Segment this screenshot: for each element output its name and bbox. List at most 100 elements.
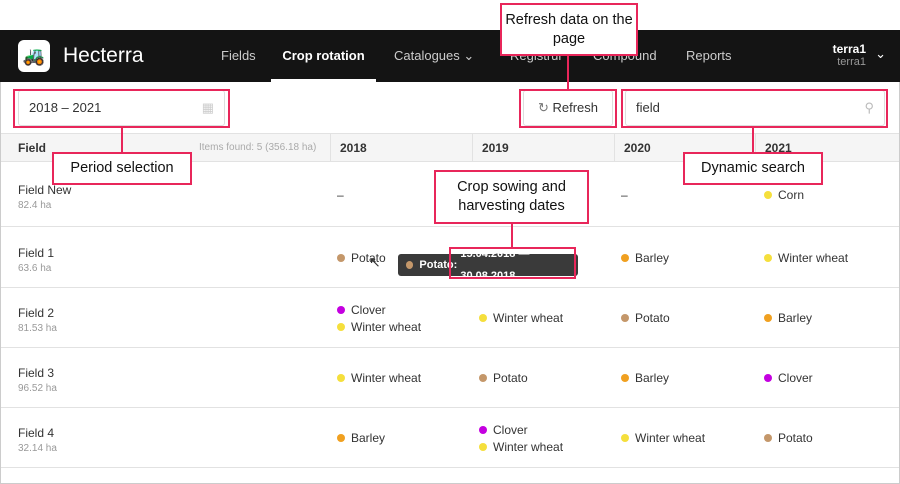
crop-name: Barley (635, 250, 670, 265)
crop-item: Barley (621, 249, 669, 266)
crop-color-dot (337, 305, 345, 314)
table-row[interactable]: Field 3 96.52 ha Winter wheat Potato Barley C… (1, 348, 899, 408)
chevron-down-icon: ⌄ (463, 48, 475, 63)
connector (752, 128, 754, 152)
cursor-icon: ↖ (369, 254, 381, 270)
crop-color-dot (621, 253, 629, 262)
highlight-period (13, 89, 230, 128)
callout-dates: Crop sowing and harvesting dates (434, 170, 589, 224)
crop-name: Corn (778, 187, 805, 202)
field-name[interactable]: Field 3 (18, 366, 54, 380)
crop-color-dot (479, 442, 487, 451)
table-row[interactable]: Field 4 32.14 ha Barley Clover Winter wheat W… (1, 408, 899, 468)
crop-cell[interactable]: – (621, 186, 628, 203)
highlight-refresh (519, 89, 617, 128)
crop-color-dot (764, 374, 772, 382)
callout-search: Dynamic search (683, 152, 823, 185)
crop-name: Potato (778, 431, 813, 445)
crop-name: Winter wheat (351, 371, 422, 385)
callout-refresh: Refresh data on the page (500, 3, 638, 56)
crop-cell[interactable]: – (337, 186, 344, 203)
field-name[interactable]: Field 1 (18, 246, 54, 260)
crop-name: Potato (635, 311, 670, 325)
nav-fields[interactable]: Fields (221, 30, 256, 82)
crop-color-dot (337, 253, 345, 262)
highlight-dates (449, 247, 576, 279)
crop-item: – (337, 186, 344, 203)
crop-cell[interactable]: Barley (764, 310, 812, 327)
crop-cell[interactable]: Clover Winter wheat (479, 421, 563, 455)
crop-color-dot (479, 374, 487, 382)
crop-color-dot (479, 314, 487, 322)
crop-cell[interactable]: Winter wheat (621, 430, 705, 447)
crop-cell[interactable]: Barley (621, 249, 669, 266)
connector (511, 223, 513, 247)
crop-item: Winter wheat (337, 318, 421, 335)
crop-cell[interactable]: Clover (764, 370, 813, 387)
crop-color-dot (764, 434, 772, 442)
items-found: Items found: 5 (356.18 ha) (199, 142, 317, 153)
crop-item: Winter wheat (479, 438, 563, 455)
user-menu[interactable]: terra1 terra1 (833, 42, 866, 68)
crop-name: Winter wheat (493, 311, 564, 325)
crop-item: Potato (764, 430, 813, 447)
crop-item: Winter wheat (764, 249, 848, 266)
crop-name: Winter wheat (351, 319, 422, 334)
top-nav: 🚜 Hecterra Fields Crop rotation Catalogu… (0, 30, 900, 82)
crop-item: Barley (621, 370, 669, 387)
col-field[interactable]: Field (1, 134, 46, 162)
crop-item: Barley (337, 430, 385, 447)
field-area: 82.4 ha (18, 199, 52, 211)
crop-cell[interactable]: Clover Winter wheat (337, 301, 421, 335)
col-2019[interactable]: 2019 (472, 134, 614, 162)
crop-cell[interactable]: Corn (764, 186, 804, 203)
chevron-down-icon[interactable]: ⌄ (875, 46, 886, 62)
crop-color-dot (337, 374, 345, 382)
crop-name: Barley (351, 431, 386, 445)
user-sub: terra1 (837, 56, 866, 68)
crop-item: Winter wheat (621, 430, 705, 447)
crop-item: Potato (479, 370, 528, 387)
crop-cell[interactable]: Winter wheat (337, 370, 421, 387)
crop-name: Potato (493, 371, 528, 385)
field-area: 63.6 ha (18, 262, 52, 274)
nav-catalogues[interactable]: Catalogues ⌄ (394, 30, 474, 82)
crop-cell[interactable]: Barley (337, 430, 385, 447)
crop-name: Clover (351, 302, 386, 317)
crop-name: Clover (493, 422, 528, 437)
brand: Hecterra (63, 44, 144, 67)
user-name: terra1 (832, 42, 866, 56)
crop-item: Clover (479, 421, 563, 438)
crop-name: Winter wheat (493, 439, 564, 454)
nav-catalogues-label: Catalogues (394, 48, 460, 63)
crop-color-dot (764, 314, 772, 322)
table-row[interactable]: Field 2 81.53 ha Clover Winter wheat Winter … (1, 288, 899, 348)
crop-name: Barley (778, 311, 813, 325)
crop-color-dot (764, 253, 772, 262)
field-name[interactable]: Field 2 (18, 306, 54, 320)
crop-color-dot (621, 314, 629, 322)
nav-crop-rotation[interactable]: Crop rotation (271, 30, 376, 82)
crop-color-dot (764, 190, 772, 199)
crop-cell[interactable]: Winter wheat (764, 249, 848, 266)
crop-color-dot (479, 425, 487, 434)
crop-color-dot (621, 434, 629, 442)
callout-period: Period selection (52, 152, 192, 185)
nav-reports[interactable]: Reports (686, 30, 732, 82)
col-2018[interactable]: 2018 (330, 134, 472, 162)
crop-cell[interactable]: Barley (621, 370, 669, 387)
crop-cell[interactable]: Winter wheat (479, 310, 563, 327)
crop-item: Winter wheat (337, 370, 421, 387)
crop-cell[interactable]: Potato (479, 370, 528, 387)
crop-item: Clover (337, 301, 421, 318)
crop-name: Clover (778, 371, 813, 385)
field-area: 96.52 ha (18, 383, 57, 394)
crop-item: Corn (764, 186, 804, 203)
field-name[interactable]: Field 4 (18, 426, 54, 440)
crop-cell[interactable]: Potato (764, 430, 813, 447)
crop-color-dot (337, 322, 345, 331)
crop-item: Barley (764, 310, 812, 327)
connector (121, 128, 123, 152)
crop-cell[interactable]: Potato (621, 310, 670, 327)
tractor-logo-icon[interactable]: 🚜 (18, 40, 50, 72)
